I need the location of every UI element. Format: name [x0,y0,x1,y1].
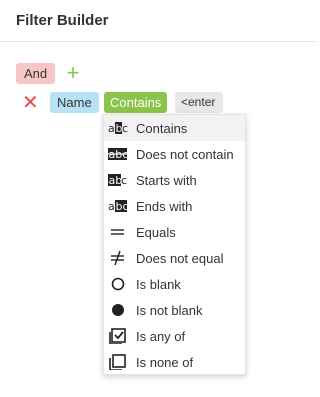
filter-builder-header: Filter Builder [0,0,316,42]
svg-text:c: c [121,174,127,187]
remove-condition-icon[interactable]: ✕ [22,92,39,114]
menu-item-equals[interactable]: Equals [104,219,245,245]
group-operator-button[interactable]: And [16,63,56,84]
menu-item-contains[interactable]: a b c Contains [104,115,245,141]
menu-item-does-not-contain[interactable]: abc Does not contain [104,141,245,167]
menu-item-label: Is blank [136,277,181,292]
menu-item-is-not-blank[interactable]: Is not blank [104,297,245,323]
menu-item-label: Contains [136,121,188,136]
operation-dropdown-menu: a b c Contains abc Does not contain ab c [103,114,246,375]
does-not-contain-icon: abc [108,146,128,162]
starts-with-icon: ab c [108,172,128,188]
menu-item-label: Is none of [136,355,194,370]
menu-item-label: Does not contain [136,147,234,162]
svg-text:a: a [108,122,115,135]
ends-with-icon: a bc [108,198,129,214]
empty-circle-icon [108,276,128,292]
menu-item-is-none-of[interactable]: Is none of [104,349,245,375]
filled-circle-icon [108,302,128,318]
contains-icon: a b c [108,120,128,136]
page-title: Filter Builder [16,12,109,29]
menu-item-ends-with[interactable]: a bc Ends with [104,193,245,219]
equals-icon [108,224,128,240]
menu-item-does-not-equal[interactable]: Does not equal [104,245,245,271]
menu-item-is-blank[interactable]: Is blank [104,271,245,297]
field-button[interactable]: Name [50,92,99,113]
menu-item-starts-with[interactable]: ab c Starts with [104,167,245,193]
checked-box-icon [108,328,128,345]
svg-text:c: c [122,122,128,135]
menu-item-label: Is not blank [136,303,203,318]
svg-text:bc: bc [116,200,129,213]
not-equal-icon [108,250,128,266]
add-condition-icon[interactable]: + [65,62,81,84]
operation-button[interactable]: Contains [104,92,168,113]
menu-item-label: Ends with [136,199,193,214]
value-input[interactable]: <enter a value> [175,92,223,151]
menu-item-label: Does not equal [136,251,224,266]
menu-item-label: Starts with [136,173,197,188]
menu-item-is-any-of[interactable]: Is any of [104,323,245,349]
menu-item-label: Is any of [136,329,186,344]
svg-text:a: a [108,200,115,213]
menu-item-label: Equals [136,225,176,240]
stacked-squares-icon [108,354,128,371]
